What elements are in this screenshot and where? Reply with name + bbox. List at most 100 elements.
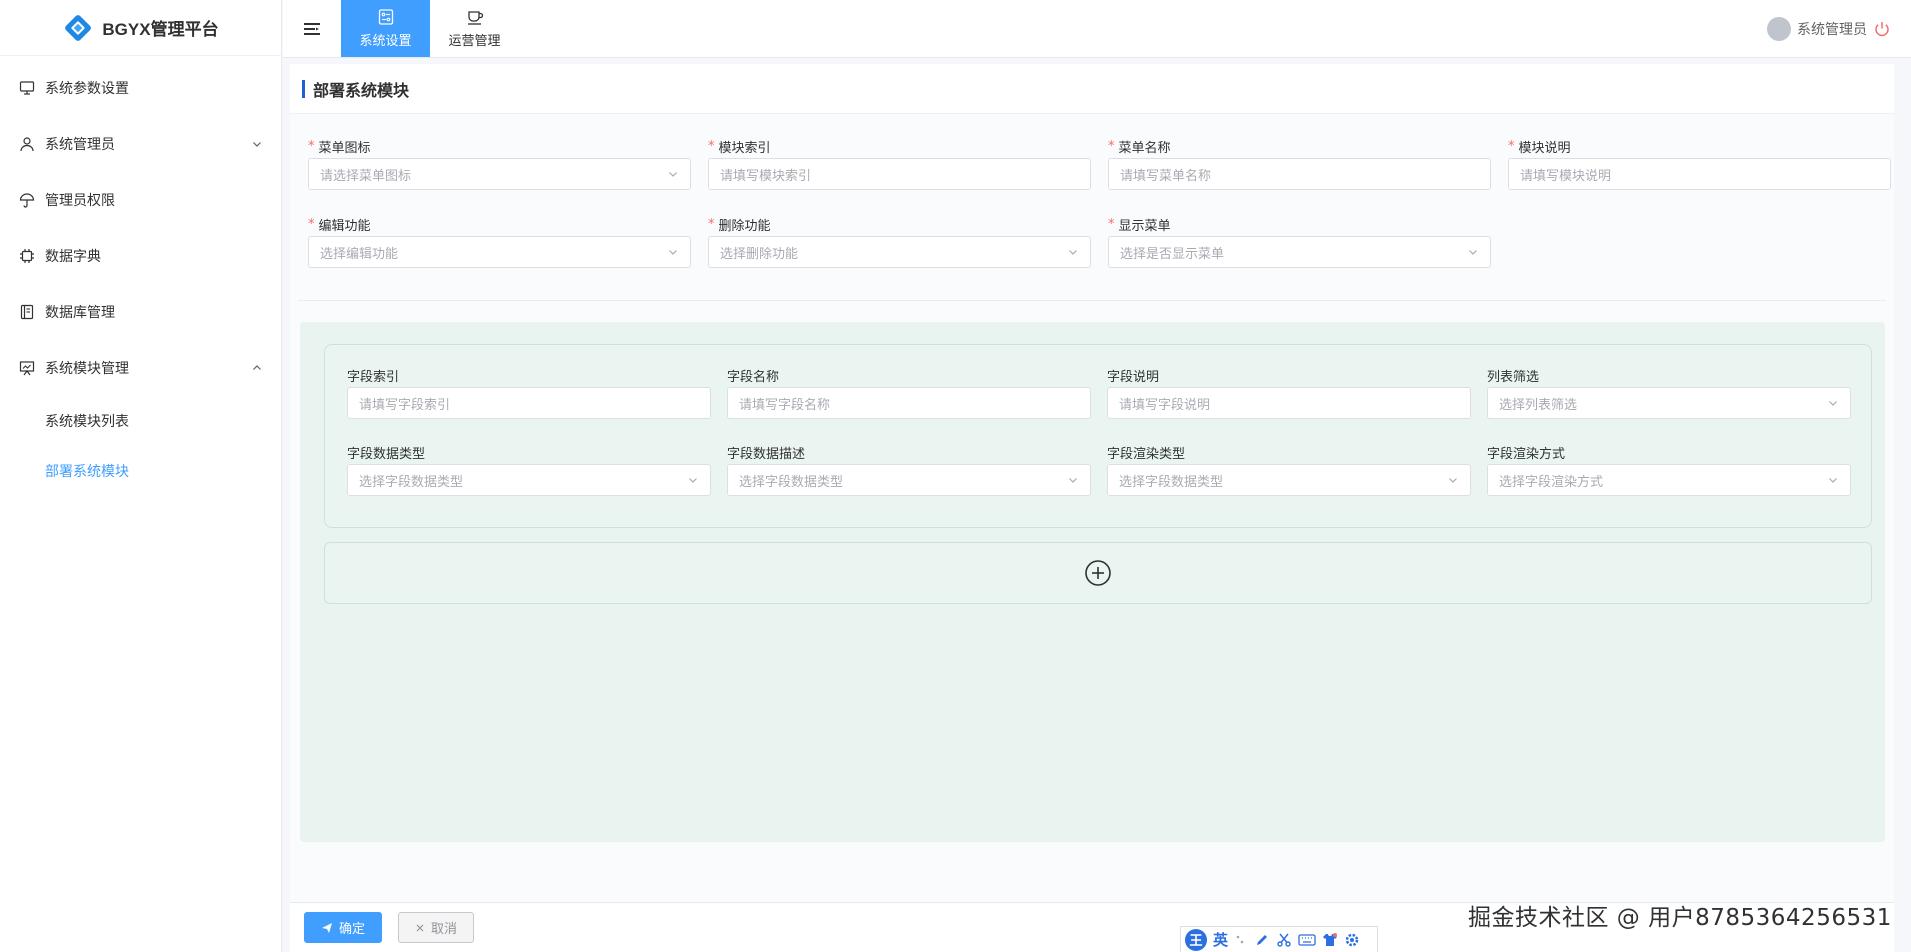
select-placeholder: 选择编辑功能: [320, 246, 399, 262]
field-label: 字段索引: [347, 369, 400, 385]
menu-toggle-button[interactable]: [283, 0, 341, 57]
notebook-icon: [18, 303, 36, 321]
input-placeholder: 请填写模块索引: [720, 168, 812, 184]
chevron-down-icon: [1829, 401, 1837, 406]
app-title: BGYX管理平台: [102, 20, 219, 39]
sidebar-item-label: 数据库管理: [45, 305, 115, 321]
umbrella-icon: [18, 191, 36, 209]
chevron-down-icon: [253, 142, 261, 147]
coffee-cup-icon: [467, 11, 483, 25]
field-label: 菜单名称: [1118, 140, 1171, 156]
required-mark: *: [1108, 138, 1115, 154]
pen-icon[interactable]: [1254, 932, 1270, 948]
plus-circle-icon: [1085, 560, 1111, 586]
field-label: 模块索引: [718, 140, 771, 156]
chevron-down-icon: [1469, 250, 1477, 255]
hamburger-icon: [304, 22, 320, 35]
sidebar: BGYX管理平台 系统参数设置 系统管理员 管理员权限 数据字典 数据库管理 系…: [0, 0, 282, 952]
sidebar-menu: 系统参数设置 系统管理员 管理员权限 数据字典 数据库管理 系统模块管理 系统模…: [0, 56, 281, 496]
render-mode-select[interactable]: 选择字段渲染方式: [1487, 464, 1851, 496]
sidebar-item-label: 系统管理员: [45, 137, 115, 153]
shirt-icon[interactable]: [1322, 932, 1338, 948]
form-field-show-menu: * 显示菜单 选择是否显示菜单: [1108, 212, 1491, 290]
tab-operations[interactable]: 运营管理: [430, 0, 519, 57]
chevron-down-icon: [1069, 478, 1077, 483]
form-field-menu-name: * 菜单名称 请填写菜单名称: [1108, 134, 1491, 212]
avatar[interactable]: [1767, 16, 1791, 41]
keyboard-icon[interactable]: [1298, 932, 1316, 948]
field-config-panel: 字段索引 请填写字段索引 字段名称 请填写字段名称 字段说明 请填写字段说明 列…: [300, 322, 1885, 842]
field-label: 菜单图标: [318, 140, 371, 156]
sidebar-item-admin-permissions[interactable]: 管理员权限: [0, 172, 281, 228]
punctuation-icon[interactable]: [1234, 933, 1248, 947]
sidebar-item-module-management[interactable]: 系统模块管理: [0, 340, 281, 396]
form-field-module-desc: * 模块说明 请填写模块说明: [1508, 134, 1891, 212]
field-label: 字段数据类型: [347, 446, 426, 462]
field-index: 字段索引 请填写字段索引: [347, 363, 711, 440]
menu-icon-select[interactable]: 请选择菜单图标: [308, 158, 691, 190]
required-mark: *: [308, 138, 315, 154]
chevron-down-icon: [689, 478, 697, 483]
tab-system-settings[interactable]: 系统设置: [341, 0, 430, 57]
data-desc-select[interactable]: 选择字段数据类型: [727, 464, 1091, 496]
field-name-input[interactable]: 请填写字段名称: [727, 387, 1091, 419]
app-logo[interactable]: BGYX管理平台: [0, 0, 281, 56]
gear-icon[interactable]: [1344, 932, 1360, 948]
input-placeholder: 请填写菜单名称: [1120, 168, 1212, 184]
sidebar-subitem-module-list[interactable]: 系统模块列表: [0, 396, 281, 446]
scissors-icon[interactable]: [1276, 932, 1292, 948]
user-name[interactable]: 系统管理员: [1797, 19, 1867, 39]
module-desc-input[interactable]: 请填写模块说明: [1508, 158, 1891, 190]
form-field-delete-function: * 删除功能 选择删除功能: [708, 212, 1091, 290]
input-placeholder: 请填写字段索引: [359, 397, 451, 413]
chevron-down-icon: [669, 172, 677, 177]
field-label: 显示菜单: [1118, 218, 1171, 234]
list-filter-select[interactable]: 选择列表筛选: [1487, 387, 1851, 419]
power-icon[interactable]: [1873, 20, 1891, 38]
sidebar-item-label: 系统模块管理: [45, 361, 129, 377]
show-menu-select[interactable]: 选择是否显示菜单: [1108, 236, 1491, 268]
module-index-input[interactable]: 请填写模块索引: [708, 158, 1091, 190]
sidebar-item-system-admin[interactable]: 系统管理员: [0, 116, 281, 172]
render-type-select[interactable]: 选择字段数据类型: [1107, 464, 1471, 496]
user-area: 系统管理员: [1767, 0, 1911, 57]
field-label: 字段说明: [1107, 369, 1160, 385]
close-icon: [416, 924, 424, 931]
chevron-down-icon: [1829, 478, 1837, 483]
field-data-type: 字段数据类型 选择字段数据类型: [347, 440, 711, 517]
field-index-input[interactable]: 请填写字段索引: [347, 387, 711, 419]
watermark-text: 掘金技术社区 @ 用户8785364256531: [1468, 905, 1892, 931]
field-data-desc: 字段数据描述 选择字段数据类型: [727, 440, 1091, 517]
confirm-button[interactable]: 确定: [304, 912, 383, 943]
field-label: 字段渲染方式: [1487, 446, 1566, 462]
data-type-select[interactable]: 选择字段数据类型: [347, 464, 711, 496]
field-name: 字段名称 请填写字段名称: [727, 363, 1091, 440]
sidebar-item-system-params[interactable]: 系统参数设置: [0, 60, 281, 116]
ime-logo[interactable]: 王: [1185, 928, 1207, 951]
field-label: 模块说明: [1518, 140, 1571, 156]
ime-lang-toggle[interactable]: 英: [1213, 929, 1228, 950]
input-placeholder: 请填写字段名称: [739, 397, 831, 413]
field-desc: 字段说明 请填写字段说明: [1107, 363, 1471, 440]
tab-label: 运营管理: [448, 34, 501, 49]
monitor-icon: [18, 79, 36, 97]
edit-function-select[interactable]: 选择编辑功能: [308, 236, 691, 268]
cancel-button[interactable]: 取消: [398, 912, 475, 943]
chevron-down-icon: [1449, 478, 1457, 483]
field-list-filter: 列表筛选 选择列表筛选: [1487, 363, 1851, 440]
sidebar-item-database[interactable]: 数据库管理: [0, 284, 281, 340]
sidebar-subitem-deploy-module[interactable]: 部署系统模块: [0, 446, 281, 496]
module-form: * 菜单图标 请选择菜单图标 * 模块索引 请填写模块索引 * 菜单名称 请填写菜单名…: [290, 114, 1894, 290]
button-label: 确定: [339, 922, 366, 937]
send-icon: [322, 922, 332, 933]
add-field-button[interactable]: [324, 542, 1872, 604]
delete-function-select[interactable]: 选择删除功能: [708, 236, 1091, 268]
chevron-down-icon: [1069, 250, 1077, 255]
menu-name-input[interactable]: 请填写菜单名称: [1108, 158, 1491, 190]
field-config-card: 字段索引 请填写字段索引 字段名称 请填写字段名称 字段说明 请填写字段说明 列…: [324, 344, 1872, 528]
form-field-edit-function: * 编辑功能 选择编辑功能: [308, 212, 691, 290]
main-content: 部署系统模块 * 菜单图标 请选择菜单图标 * 模块索引 请填写模块索引 * 菜单名称…: [290, 64, 1894, 952]
required-mark: *: [1108, 216, 1115, 232]
field-desc-input[interactable]: 请填写字段说明: [1107, 387, 1471, 419]
sidebar-item-data-dictionary[interactable]: 数据字典: [0, 228, 281, 284]
